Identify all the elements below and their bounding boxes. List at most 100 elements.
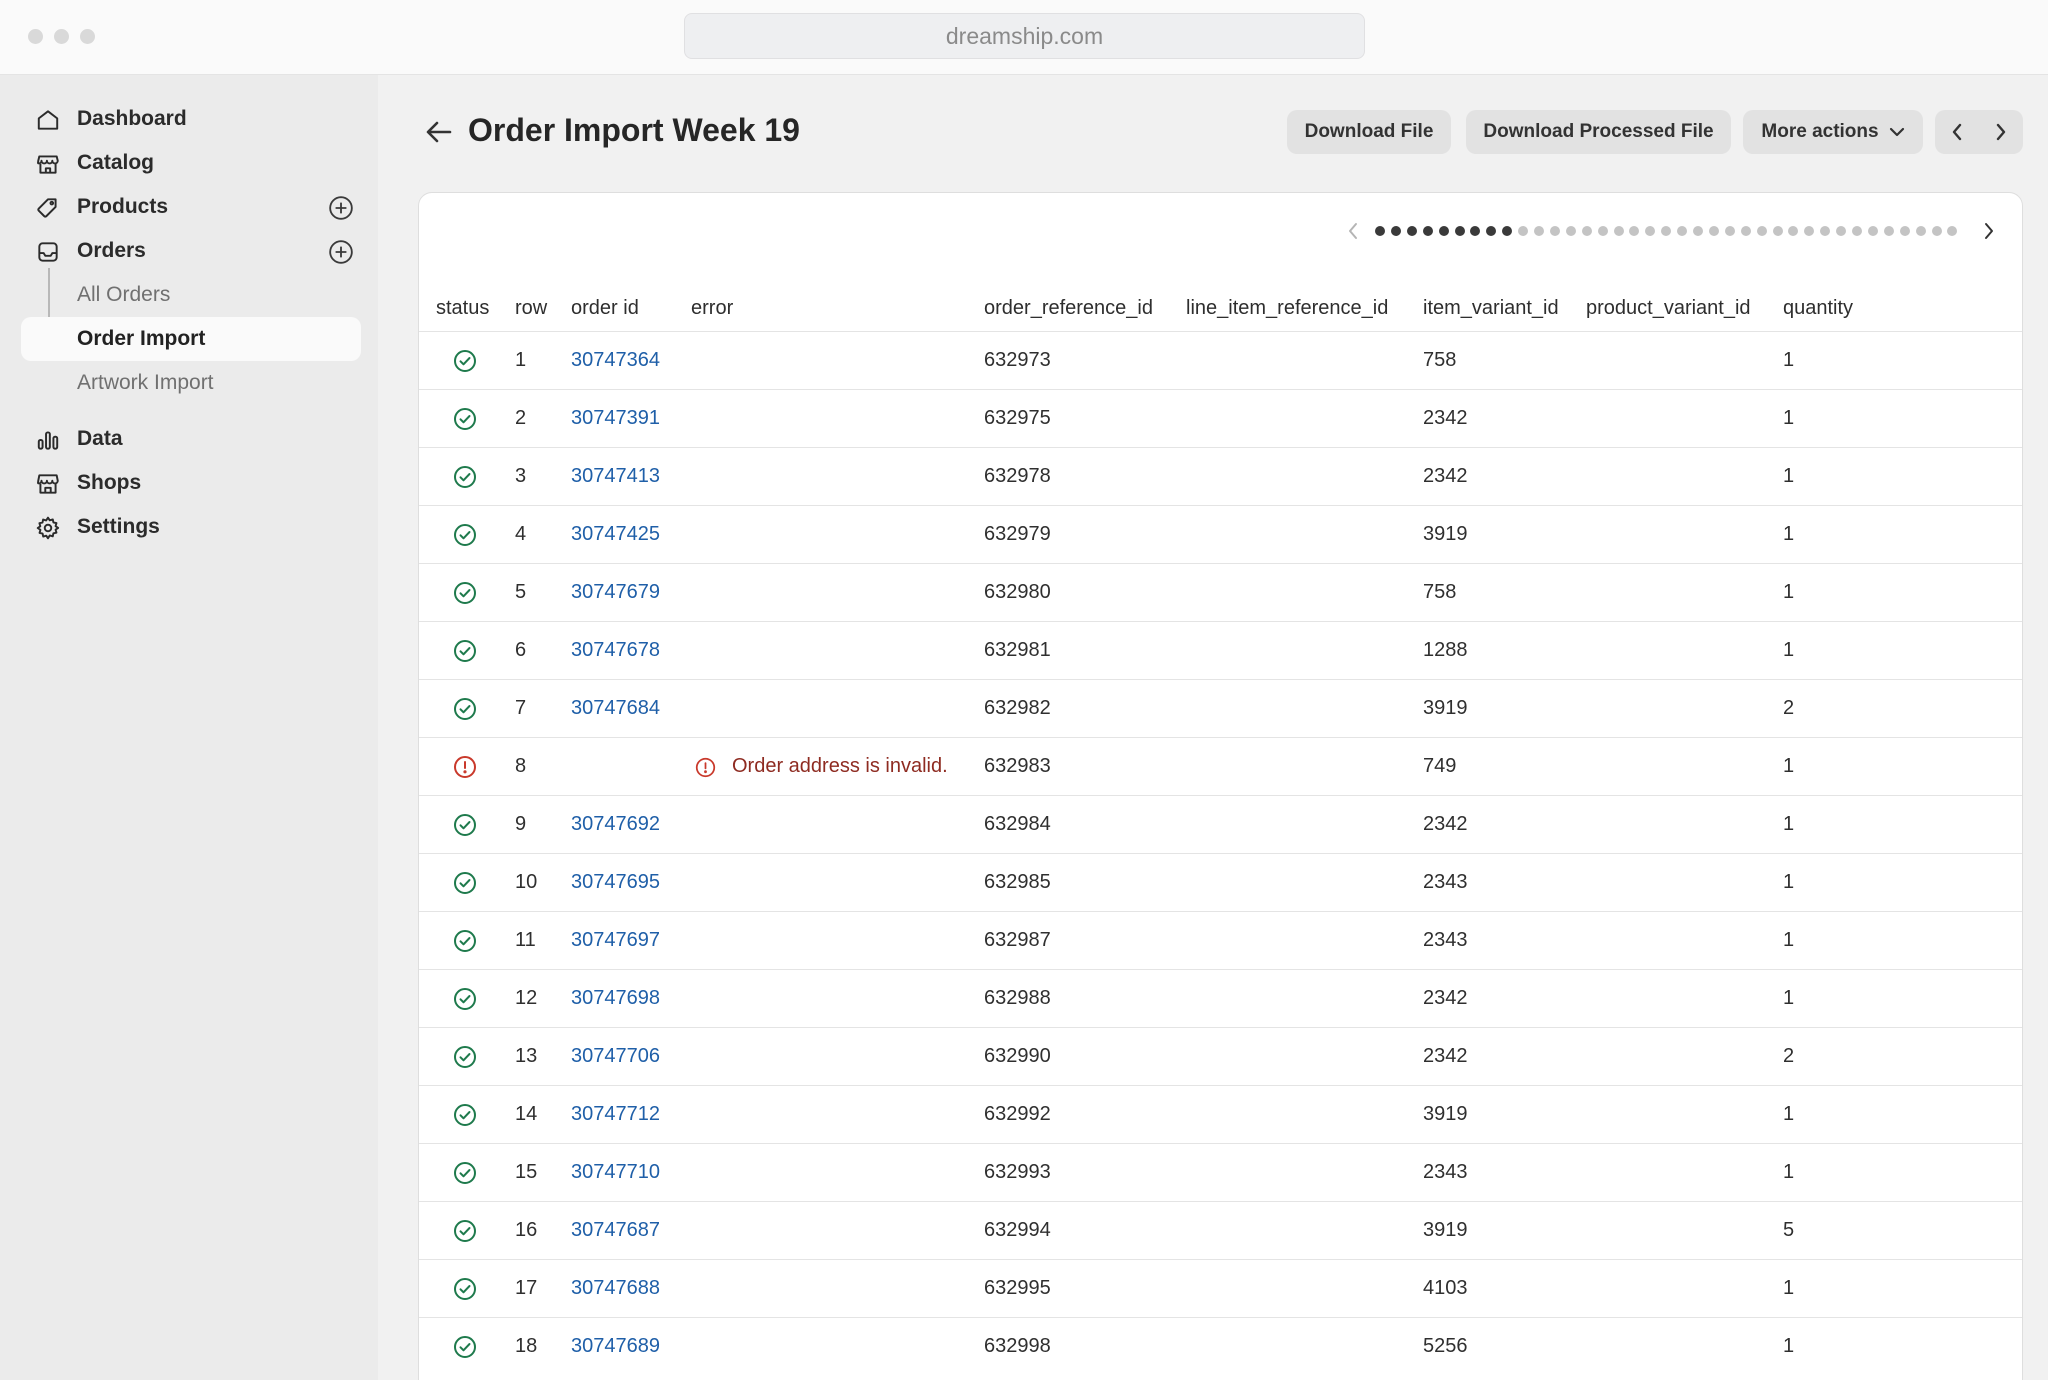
column-header-order-reference-id[interactable]: order_reference_id [984,297,1153,320]
order-id-link[interactable]: 30747687 [571,1219,660,1242]
page-dot[interactable] [1549,226,1560,236]
table-row[interactable]: 13 30747706 632990 2342 2 [419,1027,2022,1085]
page-dot[interactable] [1852,226,1862,236]
order-id-link[interactable]: 30747684 [571,697,660,720]
table-row[interactable]: 7 30747684 632982 3919 2 [419,679,2022,737]
page-dot[interactable] [1915,226,1926,236]
order-id-link[interactable]: 30747695 [571,871,660,894]
table-row[interactable]: 8 632983 749 1 Order address is invalid. [419,737,2022,795]
order-id-link[interactable]: 30747697 [571,929,660,952]
next-record-button[interactable] [1979,110,2023,154]
chevron-left-icon[interactable] [1343,221,1363,241]
order-id-link[interactable]: 30747678 [571,639,660,662]
sidebar-item-order-import[interactable]: Order Import [21,317,361,361]
page-dot[interactable] [1454,226,1465,236]
page-dot[interactable] [1931,226,1942,236]
page-dot[interactable] [1772,226,1783,236]
table-row[interactable]: 18 30747689 632998 5256 1 [419,1317,2022,1375]
table-row[interactable]: 12 30747698 632988 2342 1 [419,969,2022,1027]
page-dot[interactable] [1613,226,1624,236]
order-id-link[interactable]: 30747689 [571,1335,660,1358]
sidebar-item-shops[interactable]: Shops [21,461,361,505]
sidebar-item-dashboard[interactable]: Dashboard [21,97,361,141]
order-id-link[interactable]: 30747679 [571,581,660,604]
table-row[interactable]: 9 30747692 632984 2342 1 [419,795,2022,853]
column-header-product-variant-id[interactable]: product_variant_id [1586,297,1751,320]
order-id-link[interactable]: 30747698 [571,987,660,1010]
more-actions-button[interactable]: More actions [1743,110,1923,154]
window-close-dot[interactable] [28,29,43,44]
column-header-item-variant-id[interactable]: item_variant_id [1423,297,1559,320]
table-row[interactable]: 10 30747695 632985 2343 1 [419,853,2022,911]
table-row[interactable]: 1 30747364 632973 758 1 [419,331,2022,389]
page-dot[interactable] [1565,226,1576,236]
page-dot[interactable] [1693,226,1703,236]
add-product-icon[interactable] [328,195,354,221]
table-row[interactable]: 17 30747688 632995 4103 1 [419,1259,2022,1317]
window-zoom-dot[interactable] [80,29,95,44]
sidebar-item-products[interactable]: Products [21,185,361,229]
back-arrow-icon[interactable] [424,118,454,146]
page-dot[interactable] [1534,226,1544,236]
table-row[interactable]: 6 30747678 632981 1288 1 [419,621,2022,679]
sidebar-item-settings[interactable]: Settings [21,505,361,549]
download-processed-file-button[interactable]: Download Processed File [1466,110,1731,154]
page-dot[interactable] [1645,226,1656,236]
column-header-error[interactable]: error [691,297,733,320]
table-row[interactable]: 15 30747710 632993 2343 1 [419,1143,2022,1201]
column-header-row[interactable]: row [515,297,547,320]
page-dot[interactable] [1836,226,1847,236]
page-dot[interactable] [1390,226,1401,236]
table-row[interactable]: 16 30747687 632994 3919 5 [419,1201,2022,1259]
download-file-button[interactable]: Download File [1287,110,1451,154]
page-dot[interactable] [1820,226,1831,236]
column-header-line-item-reference-id[interactable]: line_item_reference_id [1186,297,1388,320]
page-dot[interactable] [1597,226,1608,236]
table-row[interactable]: 3 30747413 632978 2342 1 [419,447,2022,505]
previous-record-button[interactable] [1935,110,1979,154]
order-id-link[interactable]: 30747364 [571,349,660,372]
order-id-link[interactable]: 30747692 [571,813,660,836]
page-dot[interactable] [1804,226,1815,236]
address-bar[interactable]: dreamship.com [684,13,1365,59]
order-id-link[interactable]: 30747710 [571,1161,660,1184]
page-dot[interactable] [1581,226,1592,236]
page-dot[interactable] [1661,226,1672,236]
table-row[interactable]: 5 30747679 632980 758 1 [419,563,2022,621]
page-dot[interactable] [1502,226,1513,236]
page-dot[interactable] [1677,226,1688,236]
page-dot[interactable] [1883,226,1894,236]
page-dot[interactable] [1375,226,1385,236]
order-id-link[interactable]: 30747688 [571,1277,660,1300]
page-dot[interactable] [1438,226,1449,236]
page-dot[interactable] [1947,226,1958,236]
column-header-order-id[interactable]: order id [571,297,639,320]
chevron-right-icon[interactable] [1979,221,1999,241]
page-dot[interactable] [1899,226,1910,236]
table-row[interactable]: 4 30747425 632979 3919 1 [419,505,2022,563]
sidebar-item-artwork-import[interactable]: Artwork Import [21,361,361,405]
order-id-link[interactable]: 30747712 [571,1103,660,1126]
sidebar-item-catalog[interactable]: Catalog [21,141,361,185]
page-dot[interactable] [1788,226,1799,236]
sidebar-item-data[interactable]: Data [21,417,361,461]
page-dot[interactable] [1724,226,1735,236]
table-row[interactable]: 11 30747697 632987 2343 1 [419,911,2022,969]
page-dot[interactable] [1406,226,1417,236]
page-dot[interactable] [1740,226,1751,236]
page-dot[interactable] [1708,226,1719,236]
order-id-link[interactable]: 30747413 [571,465,660,488]
order-id-link[interactable]: 30747425 [571,523,660,546]
table-row[interactable]: 14 30747712 632992 3919 1 [419,1085,2022,1143]
column-header-status[interactable]: status [436,297,489,320]
page-dot[interactable] [1518,226,1529,236]
page-dot[interactable] [1486,226,1497,236]
page-dot[interactable] [1629,226,1640,236]
column-header-quantity[interactable]: quantity [1783,297,1853,320]
table-row[interactable]: 2 30747391 632975 2342 1 [419,389,2022,447]
order-id-link[interactable]: 30747706 [571,1045,660,1068]
page-dot[interactable] [1756,226,1767,236]
add-order-icon[interactable] [328,239,354,265]
sidebar-item-all-orders[interactable]: All Orders [21,273,361,317]
sidebar-item-orders[interactable]: Orders [21,229,361,273]
